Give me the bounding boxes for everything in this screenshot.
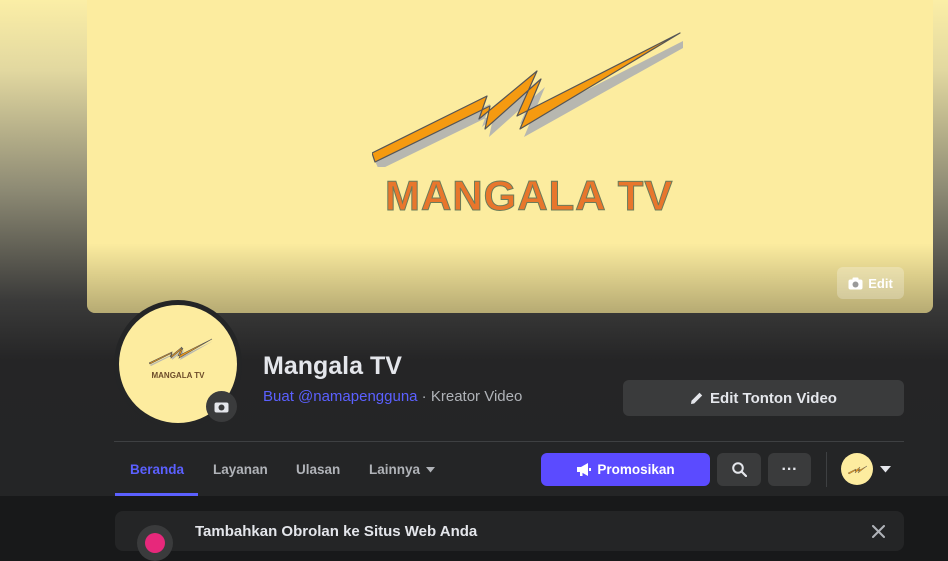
caret-down-icon[interactable] [880, 466, 891, 473]
chat-plugin-title: Tambahkan Obrolan ke Situs Web Anda [195, 523, 478, 540]
chat-plugin-icon [137, 525, 173, 561]
close-icon[interactable] [872, 525, 885, 538]
header-divider [114, 441, 904, 442]
promote-button[interactable]: Promosikan [541, 453, 710, 486]
create-username-link[interactable]: Buat @namapengguna [263, 388, 418, 405]
avatar-brand-text: MANGALA TV [151, 371, 205, 380]
tab-ulasan[interactable]: Ulasan [296, 462, 340, 477]
more-options-button[interactable]: ··· [768, 453, 811, 486]
subtitle-separator: · [417, 388, 431, 405]
brand-logo-icon [372, 32, 683, 167]
avatar-logo-icon [149, 338, 213, 366]
more-dots-icon: ··· [781, 460, 798, 478]
messenger-icon [145, 533, 165, 553]
megaphone-icon [577, 463, 592, 476]
tab-layanan[interactable]: Layanan [213, 462, 268, 477]
active-tab-indicator [115, 493, 198, 496]
actions-separator [826, 452, 827, 487]
account-switcher-avatar[interactable] [841, 453, 873, 485]
tab-beranda[interactable]: Beranda [130, 462, 184, 477]
search-button[interactable] [717, 453, 761, 486]
cover-brand-text: MANGALA TV [384, 172, 674, 220]
page-category: Kreator Video [430, 388, 523, 405]
edit-watch-video-button[interactable]: Edit Tonton Video [623, 380, 904, 416]
edit-cover-button[interactable]: Edit [837, 267, 904, 299]
pencil-icon [691, 392, 703, 404]
edit-watch-video-label: Edit Tonton Video [710, 389, 837, 407]
camera-icon [848, 277, 863, 289]
cover-photo[interactable]: MANGALA TV Edit [87, 0, 933, 313]
account-logo-icon [847, 465, 868, 475]
camera-icon [214, 402, 229, 413]
tab-lainnya[interactable]: Lainnya [369, 462, 436, 477]
page-subtitle: Buat @namapengguna · Kreator Video [263, 388, 522, 405]
caret-down-icon [426, 466, 436, 472]
search-icon [731, 462, 747, 477]
chat-plugin-card: Tambahkan Obrolan ke Situs Web Anda [115, 511, 904, 561]
tab-lainnya-label: Lainnya [369, 462, 421, 477]
cover-shade [87, 243, 933, 313]
change-avatar-button[interactable] [206, 391, 237, 422]
edit-cover-label: Edit [868, 275, 893, 291]
promote-label: Promosikan [597, 462, 675, 477]
page-title: Mangala TV [263, 352, 402, 380]
